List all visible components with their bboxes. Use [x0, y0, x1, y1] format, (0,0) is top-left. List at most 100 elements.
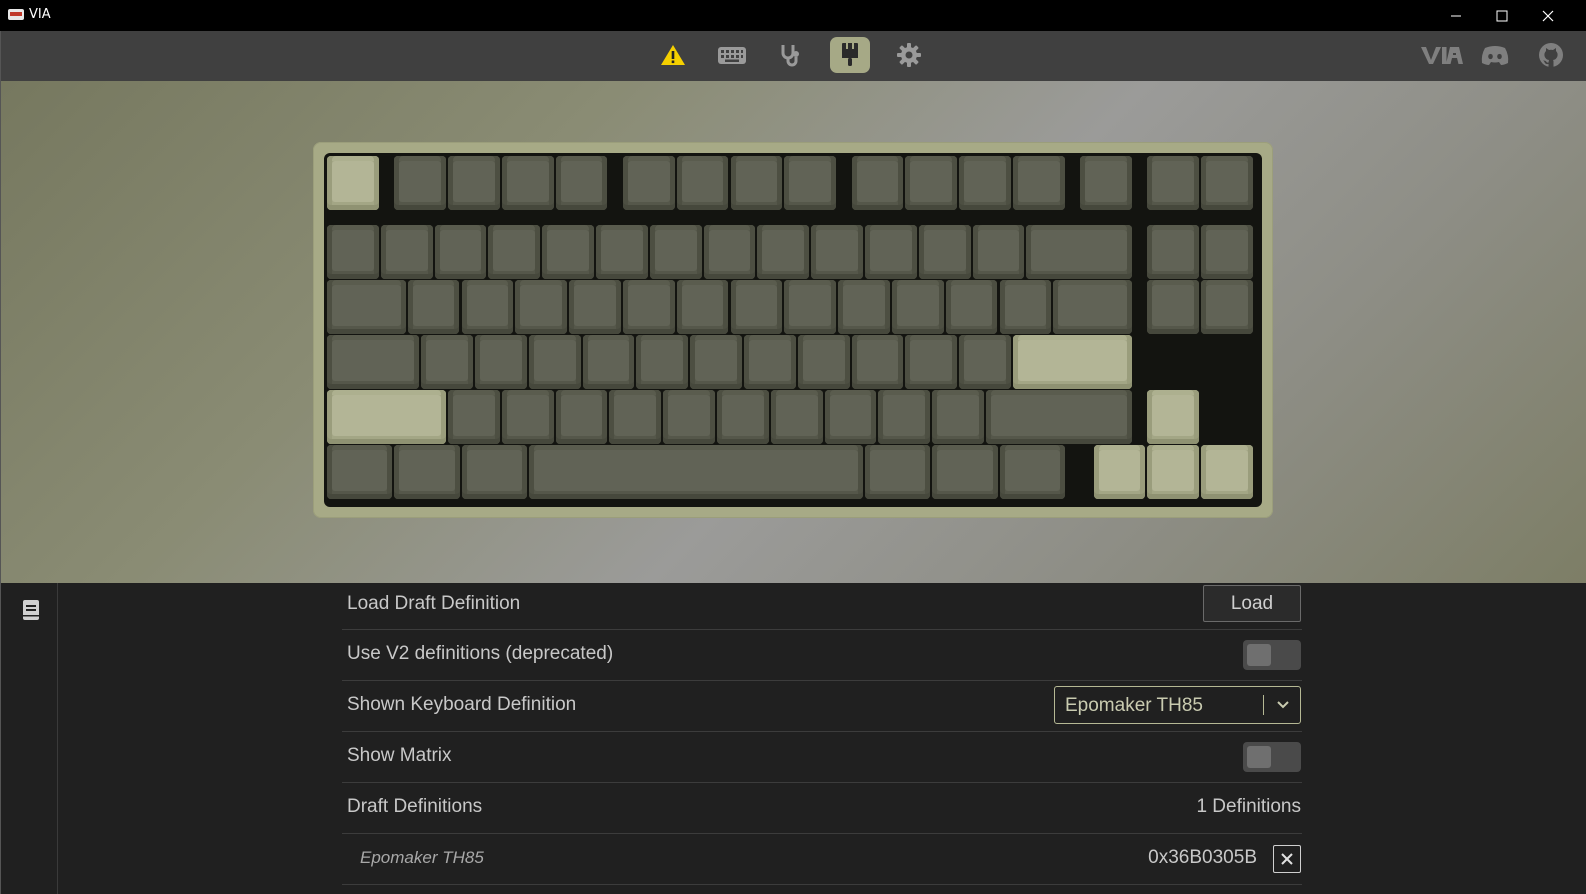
keycap[interactable] — [1053, 280, 1132, 334]
keycap[interactable] — [327, 280, 406, 334]
keycap[interactable] — [959, 156, 1011, 210]
keycap[interactable] — [690, 335, 742, 389]
keycap[interactable] — [1201, 156, 1254, 210]
keycap[interactable] — [1147, 156, 1200, 210]
keycap[interactable] — [905, 156, 958, 210]
keycap[interactable] — [528, 335, 581, 389]
keycap[interactable] — [1012, 156, 1065, 210]
keycap[interactable] — [555, 390, 608, 444]
keycap[interactable] — [999, 280, 1052, 334]
keycap[interactable] — [448, 390, 500, 444]
keycap[interactable] — [474, 335, 527, 389]
keycap[interactable] — [609, 390, 662, 444]
keycap[interactable] — [959, 335, 1011, 389]
keycap[interactable] — [878, 390, 931, 444]
nav-configure[interactable] — [712, 37, 752, 73]
keycap[interactable] — [569, 280, 621, 334]
keycap[interactable] — [1147, 445, 1200, 499]
close-window-button[interactable] — [1525, 0, 1571, 31]
minimize-button[interactable] — [1433, 0, 1479, 31]
keycap[interactable] — [501, 390, 554, 444]
keycap[interactable] — [811, 225, 863, 279]
keycap[interactable] — [865, 225, 917, 279]
keycap[interactable] — [327, 156, 379, 210]
keycap[interactable] — [582, 335, 635, 389]
keycap[interactable] — [542, 225, 594, 279]
keycap[interactable] — [918, 225, 971, 279]
keycap[interactable] — [1026, 225, 1132, 279]
keycap[interactable] — [730, 280, 783, 334]
keycap[interactable] — [649, 225, 702, 279]
keycap[interactable] — [501, 156, 554, 210]
maximize-button[interactable] — [1479, 0, 1525, 31]
keycap[interactable] — [1147, 280, 1200, 334]
keycap[interactable] — [676, 280, 729, 334]
keycap[interactable] — [327, 390, 447, 444]
keycap[interactable] — [797, 335, 850, 389]
keycap[interactable] — [743, 335, 796, 389]
keycap[interactable] — [622, 156, 675, 210]
keycap[interactable] — [1147, 225, 1200, 279]
keycap[interactable] — [380, 225, 433, 279]
keycap[interactable] — [434, 225, 487, 279]
keycap[interactable] — [932, 445, 998, 499]
keycap[interactable] — [1201, 445, 1254, 499]
keycap[interactable] — [421, 335, 473, 389]
keycap[interactable] — [676, 156, 729, 210]
keycap[interactable] — [488, 225, 541, 279]
keycap[interactable] — [1147, 390, 1200, 444]
keycap[interactable] — [891, 280, 944, 334]
nav-test[interactable] — [771, 37, 811, 73]
keycap[interactable] — [528, 445, 863, 499]
keycap[interactable] — [972, 225, 1025, 279]
keycap[interactable] — [394, 156, 447, 210]
keycap[interactable] — [1012, 335, 1132, 389]
discord-link[interactable] — [1475, 37, 1515, 73]
keycap[interactable] — [703, 225, 756, 279]
keycap[interactable] — [515, 280, 568, 334]
keycap[interactable] — [770, 390, 823, 444]
keycap[interactable] — [327, 335, 420, 389]
via-link[interactable] — [1419, 37, 1463, 73]
keycap[interactable] — [622, 280, 675, 334]
keycap[interactable] — [407, 280, 460, 334]
definitions-tab[interactable] — [22, 599, 40, 626]
nav-design[interactable] — [830, 37, 870, 73]
keycap[interactable] — [851, 335, 904, 389]
load-button[interactable]: Load — [1203, 585, 1301, 622]
keycap[interactable] — [461, 280, 514, 334]
show-matrix-toggle[interactable] — [1243, 742, 1301, 772]
keycap[interactable] — [717, 390, 769, 444]
keycap[interactable] — [327, 445, 393, 499]
keycap[interactable] — [394, 445, 460, 499]
keycap[interactable] — [757, 225, 810, 279]
nav-errors[interactable] — [653, 37, 693, 73]
keycap[interactable] — [448, 156, 500, 210]
keycap[interactable] — [1093, 445, 1146, 499]
keycap[interactable] — [784, 280, 837, 334]
keycap[interactable] — [1201, 225, 1254, 279]
delete-definition-button[interactable] — [1273, 845, 1301, 873]
keycap[interactable] — [986, 390, 1132, 444]
keycap[interactable] — [784, 156, 837, 210]
keycap[interactable] — [865, 445, 931, 499]
keycap[interactable] — [1080, 156, 1132, 210]
keycap[interactable] — [663, 390, 716, 444]
keycap[interactable] — [999, 445, 1065, 499]
keycap[interactable] — [555, 156, 608, 210]
keycap[interactable] — [945, 280, 998, 334]
definition-select[interactable]: Epomaker TH85 — [1054, 686, 1301, 724]
keycap[interactable] — [327, 225, 379, 279]
keycap[interactable] — [1201, 280, 1254, 334]
keycap[interactable] — [838, 280, 890, 334]
keycap[interactable] — [905, 335, 958, 389]
keycap[interactable] — [730, 156, 783, 210]
keycap[interactable] — [596, 225, 648, 279]
github-link[interactable] — [1531, 37, 1571, 73]
keycap[interactable] — [461, 445, 527, 499]
use-v2-toggle[interactable] — [1243, 640, 1301, 670]
nav-settings[interactable] — [889, 37, 929, 73]
keycap[interactable] — [824, 390, 877, 444]
keycap[interactable] — [932, 390, 985, 444]
keycap[interactable] — [636, 335, 689, 389]
